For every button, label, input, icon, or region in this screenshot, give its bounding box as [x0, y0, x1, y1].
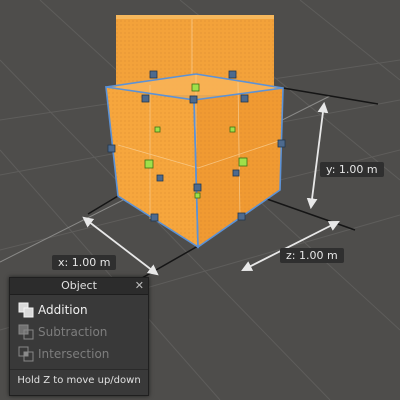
subtraction-label: Subtraction	[38, 325, 108, 339]
addition-option[interactable]: Addition	[18, 300, 88, 320]
addition-icon	[18, 302, 34, 318]
addition-label: Addition	[38, 303, 88, 317]
panel-hint: Hold Z to move up/down	[17, 375, 141, 386]
panel-title: Object	[61, 279, 97, 292]
x-dimension-label: x: 1.00 m	[52, 255, 117, 270]
subtraction-icon	[18, 324, 34, 340]
close-icon[interactable]: ✕	[135, 278, 144, 294]
y-dimension-label: y: 1.00 m	[320, 162, 384, 177]
subtraction-option[interactable]: Subtraction	[18, 322, 107, 342]
object-panel: Object ✕ Addition Subtraction Intersecti…	[9, 277, 149, 396]
z-dimension-label: z: 1.00 m	[280, 248, 344, 263]
intersection-icon	[18, 346, 34, 362]
intersection-label: Intersection	[38, 347, 110, 361]
intersection-option[interactable]: Intersection	[18, 344, 109, 364]
panel-divider	[10, 369, 148, 370]
panel-header: Object ✕	[10, 278, 148, 295]
